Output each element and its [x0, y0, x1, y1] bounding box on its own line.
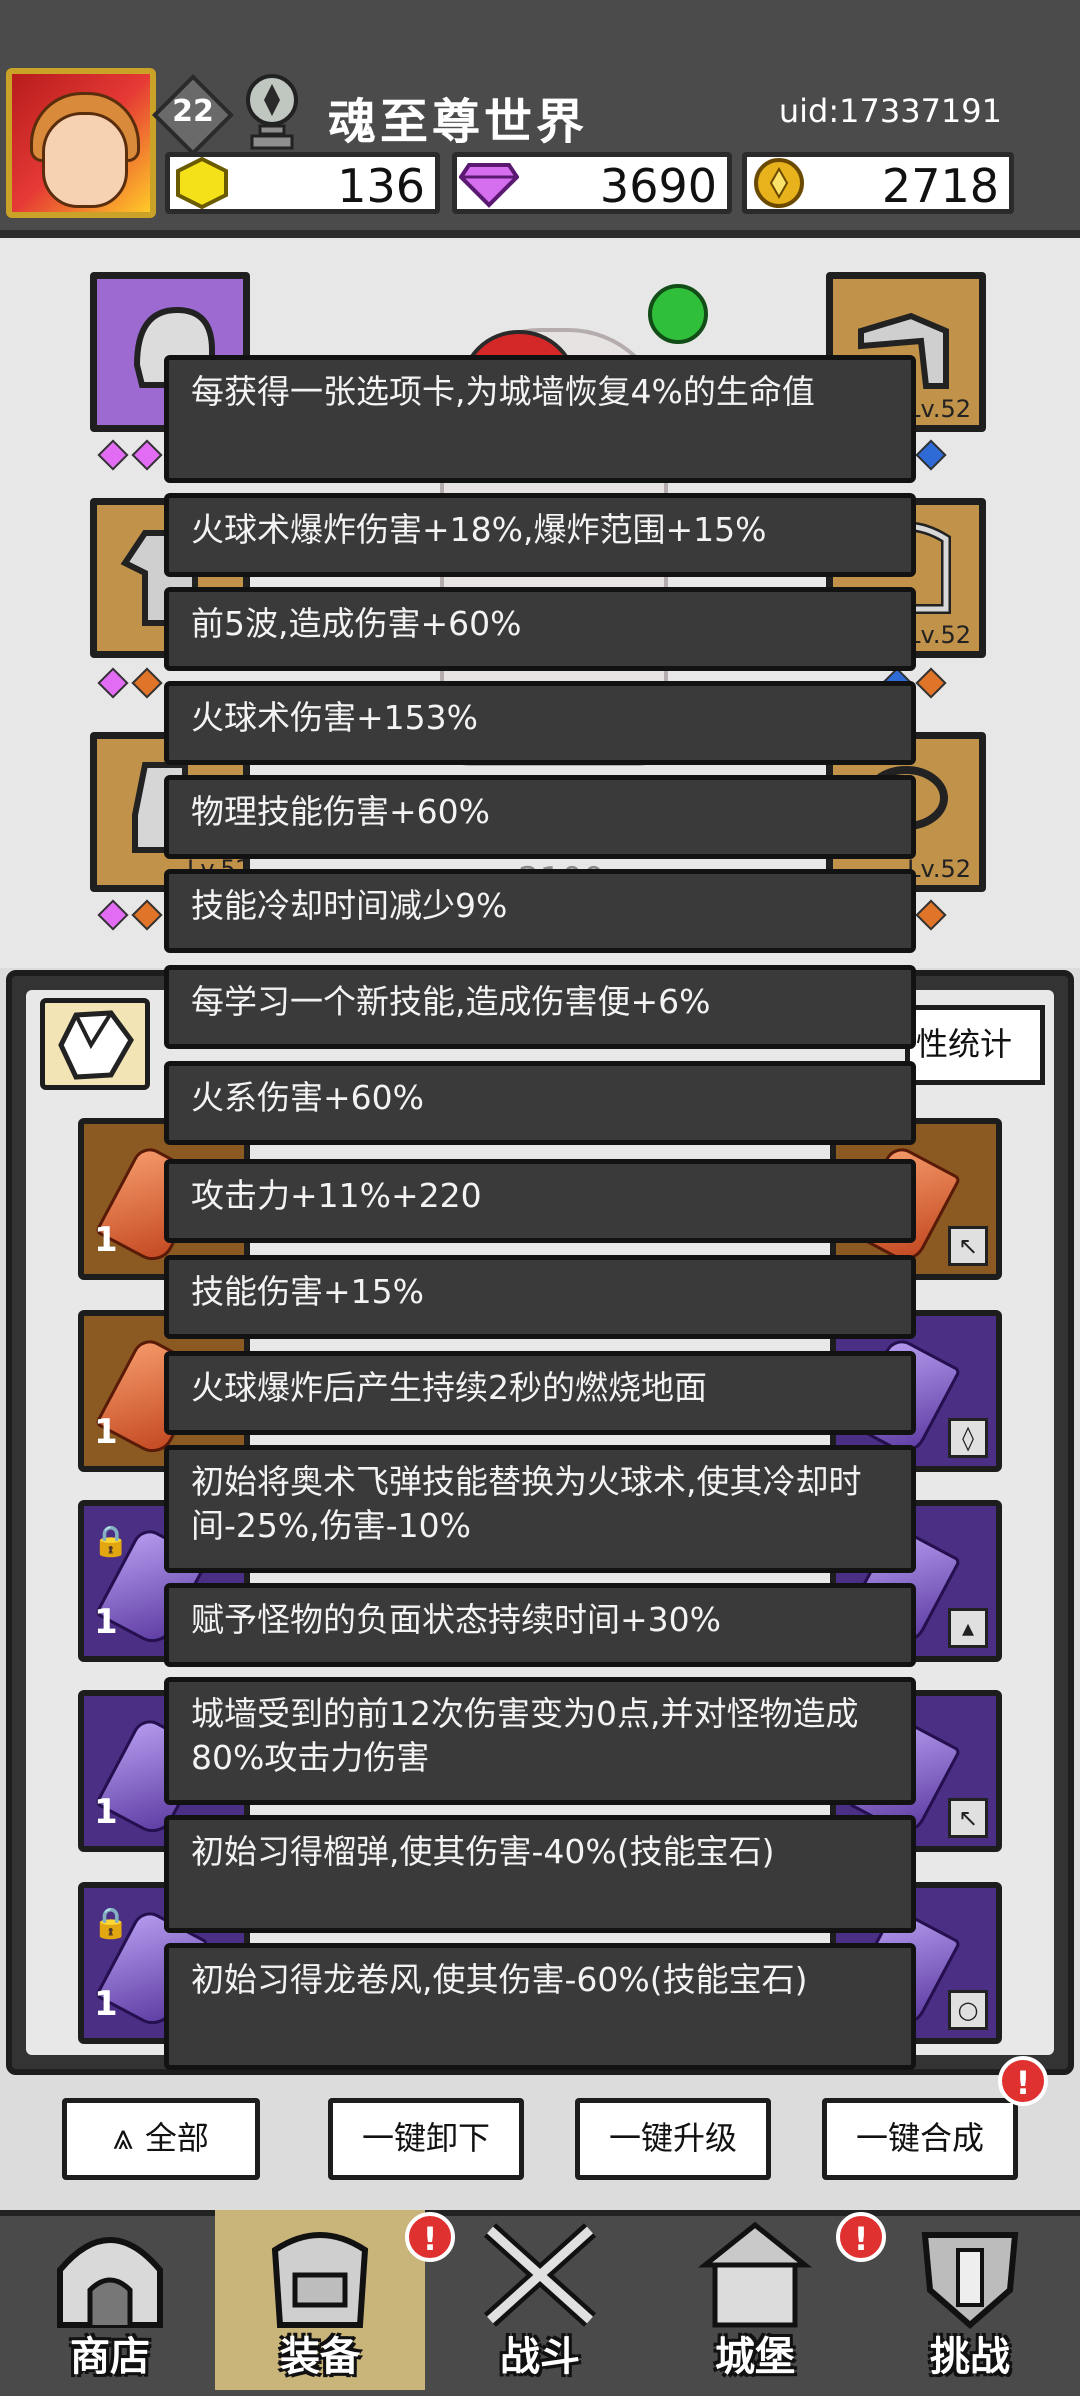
- gem-socket-icon: [97, 899, 129, 931]
- coin-value: 2718: [881, 159, 999, 213]
- effect-line: 每学习一个新技能,造成伤害便+6%: [164, 965, 916, 1049]
- diamond-icon: [459, 163, 519, 208]
- player-avatar[interactable]: [6, 68, 156, 218]
- gem-socket-icon: [915, 899, 947, 931]
- challenge-shield-icon: [921, 2232, 1019, 2329]
- nav-castle-label: 城堡: [715, 2334, 795, 2380]
- ring-type-icon: ○: [948, 1990, 988, 2030]
- effect-line: 技能冷却时间减少9%: [164, 869, 916, 953]
- effect-line: 赋予怪物的负面状态持续时间+30%: [164, 1583, 916, 1667]
- necklace-level: Lv.52: [907, 621, 971, 649]
- gold-gem-value: 136: [337, 159, 425, 213]
- nav-shop-label: 商店: [70, 2334, 150, 2380]
- filter-all-button[interactable]: ⩓ 全部: [62, 2098, 260, 2180]
- coin-icon: [754, 158, 804, 208]
- coin-counter[interactable]: 2718: [742, 152, 1014, 214]
- crossed-swords-icon: [483, 2223, 597, 2327]
- ring-level: Lv.52: [907, 855, 971, 883]
- nav-battle-label: 战斗: [500, 2334, 580, 2380]
- gem-socket-icon: [915, 439, 947, 471]
- gem-count: 1: [94, 1220, 118, 1260]
- effect-line: 物理技能伤害+60%: [164, 775, 916, 859]
- gold-gem-counter[interactable]: 136: [165, 152, 440, 214]
- rank-medal-icon[interactable]: [240, 72, 304, 152]
- castle-icon: [697, 2221, 813, 2328]
- nav-challenge-label: 挑战: [930, 2334, 1010, 2380]
- gem-socket-icon: [131, 899, 163, 931]
- nav-equipment-label: 装备: [280, 2334, 360, 2380]
- player-name: 魂至尊世界: [328, 94, 589, 150]
- effect-line: 城墙受到的前12次伤害变为0点,并对怪物造成80%攻击力伤害: [164, 1677, 916, 1805]
- effect-line: 初始习得龙卷风,使其伤害-60%(技能宝石): [164, 1943, 916, 2070]
- backpack-icon: [271, 2232, 369, 2328]
- attack-type-icon: ↖: [948, 1226, 988, 1266]
- gem-count: 1: [94, 1412, 118, 1452]
- effect-line: 火系伤害+60%: [164, 1061, 916, 1145]
- lock-icon: 🔒: [92, 1524, 130, 1559]
- nav-shop[interactable]: 商店: [5, 2210, 215, 2390]
- diamond-counter[interactable]: 3690: [452, 152, 732, 214]
- boots-type-icon: ▴: [948, 1608, 988, 1648]
- helmet-gem-row: [96, 439, 164, 472]
- filter-all-label: 全部: [144, 2119, 209, 2157]
- gem-socket-icon: [97, 439, 129, 471]
- diamond-value: 3690: [599, 159, 717, 213]
- avatar-face: [42, 112, 128, 208]
- effect-line: 初始习得榴弹,使其伤害-40%(技能宝石): [164, 1815, 916, 1933]
- gold-gem-icon: [176, 157, 228, 209]
- effect-line: 每获得一张选项卡,为城墙恢复4%的生命值: [164, 355, 916, 483]
- player-uid: uid:17337191: [778, 92, 1002, 130]
- boots-gem-row: [96, 899, 164, 932]
- merge-alert-badge: !: [998, 2056, 1048, 2106]
- nav-castle[interactable]: 城堡: [650, 2210, 860, 2390]
- gem-socket-icon: [97, 667, 129, 699]
- shield-type-icon: ◊: [948, 1418, 988, 1458]
- unequip-all-button[interactable]: 一键卸下: [328, 2098, 524, 2180]
- gem-socket-icon: [131, 667, 163, 699]
- player-level: 22: [172, 94, 214, 129]
- nav-battle[interactable]: 战斗: [435, 2210, 645, 2390]
- merge-all-button[interactable]: 一键合成: [822, 2098, 1018, 2180]
- gift-icon: [648, 284, 708, 344]
- effect-line: 技能伤害+15%: [164, 1255, 916, 1339]
- top-bar: 22 魂至尊世界 uid:17337191 136 3690 2718: [0, 0, 1080, 238]
- nav-equipment[interactable]: 装备: [215, 2210, 425, 2390]
- gem-shape-icon: [58, 1010, 134, 1080]
- effect-line: 前5波,造成伤害+60%: [164, 587, 916, 671]
- gem-effects-tooltip: 每获得一张选项卡,为城墙恢复4%的生命值 火球术爆炸伤害+18%,爆炸范围+15…: [164, 355, 916, 2070]
- effect-line: 初始将奥术飞弹技能替换为火球术,使其冷却时间-25%,伤害-10%: [164, 1445, 916, 1573]
- armor-gem-row: [96, 667, 164, 700]
- effect-line: 火球术爆炸伤害+18%,爆炸范围+15%: [164, 493, 916, 577]
- gem-count: 1: [94, 1984, 118, 2024]
- attack-type-icon: ↖: [948, 1798, 988, 1838]
- gem-count: 1: [94, 1602, 118, 1642]
- effect-line: 火球爆炸后产生持续2秒的燃烧地面: [164, 1351, 916, 1435]
- weapon-level: Lv.52: [907, 395, 971, 423]
- upgrade-all-button[interactable]: 一键升级: [575, 2098, 771, 2180]
- nav-challenge[interactable]: 挑战: [865, 2210, 1075, 2390]
- shop-icon: [57, 2237, 163, 2328]
- lock-icon: 🔒: [92, 1906, 130, 1941]
- effect-line: 火球术伤害+153%: [164, 681, 916, 765]
- effect-line: 攻击力+11%+220: [164, 1159, 916, 1243]
- filter-arrow-icon: ⩓: [113, 2117, 145, 2158]
- gem-count: 1: [94, 1792, 118, 1832]
- attribute-stats-button[interactable]: 性统计: [905, 1005, 1045, 1085]
- gem-socket-icon: [131, 439, 163, 471]
- gem-socket-icon: [915, 667, 947, 699]
- gem-filter-button[interactable]: [40, 998, 150, 1090]
